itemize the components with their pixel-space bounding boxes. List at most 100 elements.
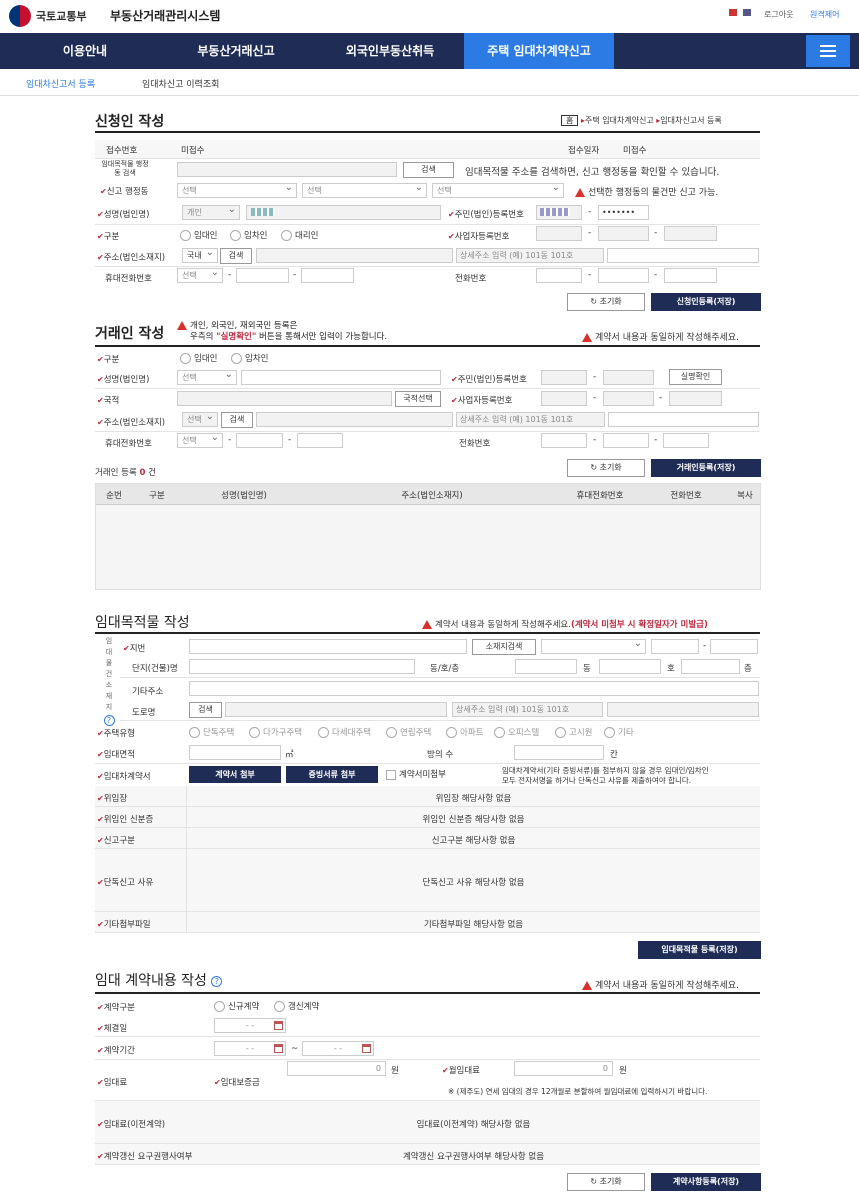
tab-lease-history[interactable]: 임대차신고 이력조회 [142, 77, 219, 90]
addr-detail-input[interactable]: 상세주소 입력 (예) 101동 101호 [456, 248, 604, 263]
party-kind-lessor[interactable]: 임대인 [180, 352, 217, 364]
lot-input[interactable] [189, 639, 467, 654]
party-rrn-2[interactable] [603, 370, 654, 385]
ho-input[interactable] [599, 659, 661, 674]
party-biz-2[interactable] [603, 391, 654, 406]
calendar-icon[interactable] [274, 1021, 283, 1030]
mobile-prefix-select[interactable]: 선택 [177, 266, 223, 283]
lot-select[interactable] [541, 637, 646, 654]
applicant-save-button[interactable]: 신청인등록(저장) [651, 293, 761, 311]
party-address-input[interactable] [256, 412, 453, 427]
contract-reset-button[interactable]: ↻ 초기화 [567, 1173, 645, 1191]
contract-new-radio[interactable]: 신규계약 [214, 1000, 259, 1012]
addr-search-button[interactable]: 검색 [220, 248, 252, 264]
road-address-input[interactable] [225, 702, 447, 717]
party-rrn-1[interactable] [541, 370, 587, 385]
biz-input-1[interactable] [536, 226, 582, 241]
home-button[interactable]: 홈 [561, 115, 579, 126]
party-phone-2[interactable] [603, 433, 649, 448]
road-search-button[interactable]: 검색 [189, 702, 222, 718]
biz-input-2[interactable] [598, 226, 649, 241]
system-name[interactable]: 부동산거래관리시스템 [110, 7, 220, 24]
type-radio[interactable]: 아파트 [446, 726, 483, 738]
type-radio[interactable]: 다세대주택 [318, 726, 371, 738]
building-input[interactable] [189, 659, 415, 674]
type-radio[interactable]: 오피스텔 [494, 726, 539, 738]
addr-extra-input[interactable] [607, 248, 759, 263]
search-button[interactable]: 검색 [403, 162, 454, 178]
floor-input[interactable] [681, 659, 740, 674]
dong-select-1[interactable]: 선택 [177, 181, 297, 198]
calendar-icon[interactable] [274, 1044, 283, 1053]
mobile-last-input[interactable] [301, 268, 354, 283]
flag-icon[interactable] [743, 9, 751, 16]
type-radio[interactable]: 다가구주택 [249, 726, 302, 738]
remote-control-link[interactable]: 원격제어 [810, 9, 839, 20]
addr-type-select[interactable]: 국내 [182, 246, 218, 263]
applicant-reset-button[interactable]: ↻ 초기화 [567, 293, 645, 311]
lot-main-input[interactable] [651, 639, 699, 654]
party-kind-lessee[interactable]: 임차인 [231, 352, 268, 364]
nav-guide[interactable]: 이용안내 [25, 33, 145, 69]
party-biz-1[interactable] [541, 391, 587, 406]
attach-contract-button[interactable]: 계약서 첨부 [189, 766, 281, 783]
type-radio[interactable]: 기타 [604, 726, 634, 738]
location-search-button[interactable]: 소재지검색 [472, 639, 536, 655]
no-contract-checkbox[interactable]: 계약서미첨부 [386, 768, 446, 780]
nav-foreign-acquisition[interactable]: 외국인부동산취득 [320, 33, 460, 69]
nation-input[interactable] [177, 391, 392, 406]
party-reset-button[interactable]: ↻ 초기화 [567, 459, 645, 477]
mobile-middle-input[interactable] [236, 268, 289, 283]
rooms-input[interactable] [514, 745, 604, 760]
area-input[interactable] [189, 745, 281, 760]
etc-address-input[interactable] [189, 681, 759, 696]
kind-radio-lessee[interactable]: 임차인 [230, 229, 267, 241]
name-type-select[interactable]: 개인 [182, 203, 240, 220]
help-icon[interactable]: ? [103, 715, 115, 726]
name-input[interactable] [246, 205, 441, 220]
party-save-button[interactable]: 거래인등록(저장) [651, 459, 761, 477]
party-addr-search-button[interactable]: 검색 [221, 412, 253, 428]
menu-button[interactable] [806, 35, 850, 67]
party-addr-detail[interactable]: 상세주소 입력 (예) 101동 101호 [456, 412, 605, 427]
rrn-back-input[interactable]: ••••••• [598, 205, 649, 220]
party-name-select[interactable]: 선택 [177, 368, 237, 385]
party-mobile-3[interactable] [297, 433, 343, 448]
party-biz-3[interactable] [669, 391, 722, 406]
party-mobile-2[interactable] [236, 433, 283, 448]
breadcrumb-item[interactable]: 주택 임대차계약신고 [585, 116, 654, 125]
contract-renew-radio[interactable]: 갱신계약 [274, 1000, 319, 1012]
road-detail-input[interactable]: 상세주소 입력 (예) 101동 101호 [452, 702, 603, 717]
address-input[interactable] [256, 248, 453, 263]
monthly-input[interactable]: 0 [514, 1061, 613, 1076]
search-address-input[interactable] [177, 162, 397, 177]
help-icon[interactable]: ? [211, 975, 223, 987]
road-extra-input[interactable] [607, 702, 759, 717]
deposit-input[interactable]: 0 [287, 1061, 386, 1076]
nation-select-button[interactable]: 국적선택 [395, 391, 441, 407]
type-radio[interactable]: 고시원 [555, 726, 592, 738]
attach-evidence-button[interactable]: 증빙서류 첨부 [286, 766, 378, 783]
party-mobile-select[interactable]: 선택 [177, 431, 223, 448]
dong-select-2[interactable]: 선택 [302, 181, 427, 198]
phone-1-input[interactable] [536, 268, 582, 283]
nav-lease-report[interactable]: 주택 임대차계약신고 [464, 33, 614, 69]
party-name-input[interactable] [241, 370, 441, 385]
kind-radio-lessor[interactable]: 임대인 [180, 229, 217, 241]
party-addr-extra[interactable] [608, 412, 759, 427]
phone-3-input[interactable] [664, 268, 717, 283]
ministry-name[interactable]: 국토교통부 [36, 8, 87, 24]
lot-sub-input[interactable] [710, 639, 758, 654]
nav-real-estate-report[interactable]: 부동산거래신고 [176, 33, 296, 69]
property-save-button[interactable]: 임대목적물 등록(저장) [638, 941, 761, 959]
contract-save-button[interactable]: 계약사항등록(저장) [651, 1173, 761, 1191]
party-phone-1[interactable] [541, 433, 587, 448]
party-addr-select[interactable]: 선택 [182, 410, 218, 427]
party-phone-3[interactable] [663, 433, 709, 448]
kind-radio-agent[interactable]: 대리인 [281, 229, 318, 241]
phone-2-input[interactable] [598, 268, 649, 283]
logout-link[interactable]: 로그아웃 [764, 9, 793, 20]
type-radio[interactable]: 연립주택 [386, 726, 431, 738]
type-radio[interactable]: 단독주택 [189, 726, 234, 738]
dong-select-3[interactable]: 선택 [432, 181, 564, 198]
